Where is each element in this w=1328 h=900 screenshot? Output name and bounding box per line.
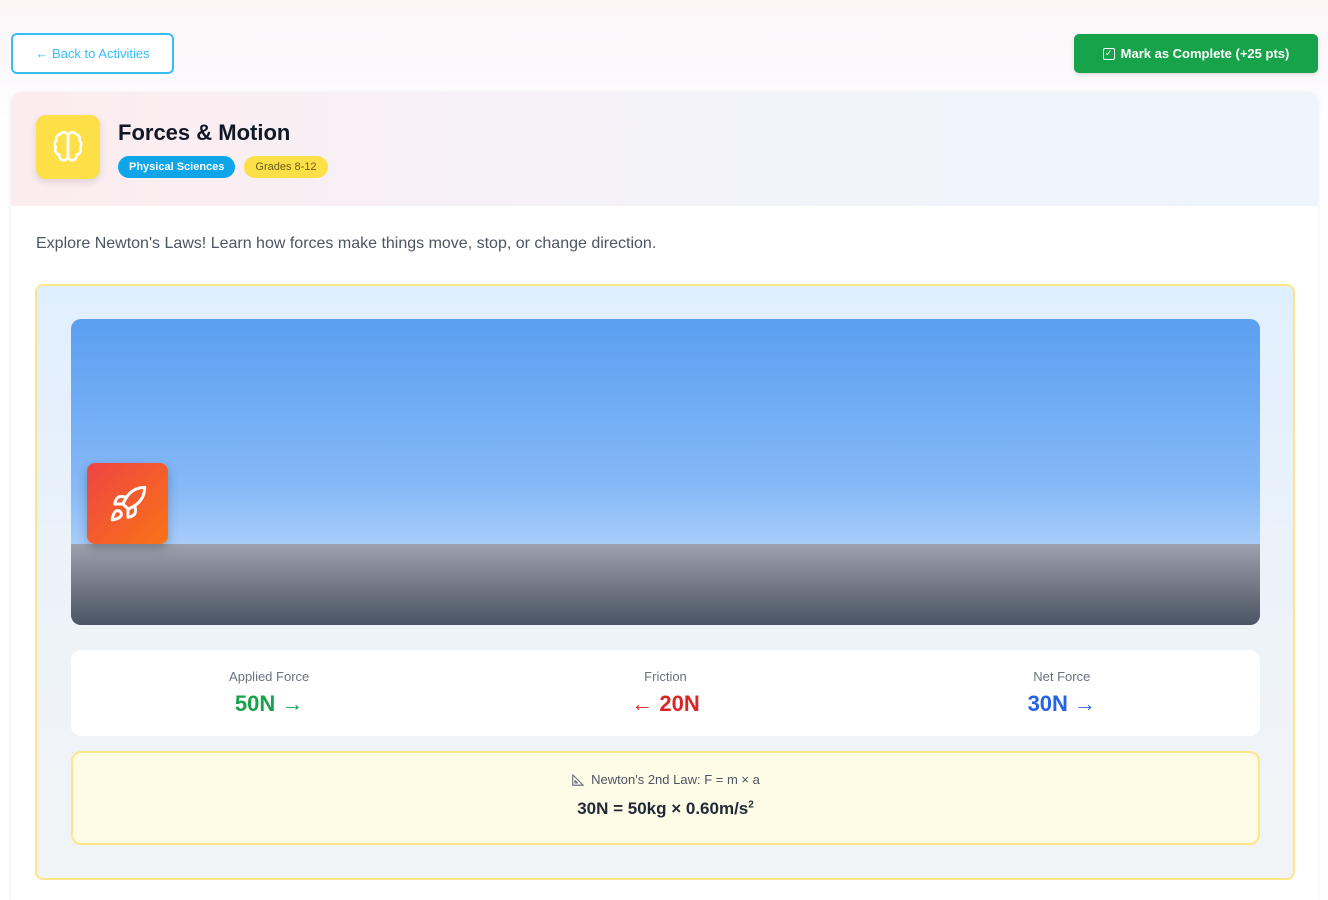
brain-icon <box>36 115 100 179</box>
rocket-object[interactable] <box>87 463 168 544</box>
net-force: Net Force 30N → <box>932 669 1192 717</box>
activity-title: Forces & Motion <box>118 120 291 145</box>
law-title: Newton's 2nd Law: F = m × a <box>73 772 1258 787</box>
activity-header: Forces & Motion Physical Sciences Grades… <box>11 92 1318 206</box>
ground-surface <box>71 544 1260 625</box>
friction-force: Friction ← 20N <box>535 669 795 717</box>
applied-force-value: 50N → <box>234 691 304 716</box>
forces-readout: Applied Force 50N → Friction ← 20N Net F… <box>71 650 1260 736</box>
rocket-icon <box>110 485 146 521</box>
grade-tag: Grades 8-12 <box>244 156 328 178</box>
activity-description: Explore Newton's Laws! Learn how forces … <box>36 235 657 252</box>
simulation-scene <box>71 319 1260 625</box>
newton-law-box: Newton's 2nd Law: F = m × a 30N = 50kg ×… <box>71 751 1260 845</box>
law-title-text: Newton's 2nd Law: F = m × a <box>591 772 760 787</box>
applied-force-label: Applied Force <box>229 669 310 684</box>
activity-card: Forces & Motion Physical Sciences Grades… <box>11 92 1318 900</box>
activity-page: ← Back to Activities ✓ Mark as Complete … <box>0 0 1328 900</box>
applied-force: Applied Force 50N → <box>139 669 399 717</box>
friction-label: Friction <box>644 669 687 684</box>
simulation-panel: Applied Force 50N → Friction ← 20N Net F… <box>35 284 1295 880</box>
mark-complete-label: Mark as Complete (+25 pts) <box>1120 46 1290 61</box>
activity-tags: Physical Sciences Grades 8-12 <box>118 156 328 178</box>
law-equation-text: 30N = 50kg × 0.60m/s <box>577 799 749 818</box>
net-force-value: 30N → <box>1027 691 1097 716</box>
law-equation-exponent: 2 <box>748 799 754 811</box>
friction-value: ← 20N <box>631 691 700 716</box>
triangle-ruler-icon <box>572 773 584 786</box>
mark-complete-button[interactable]: ✓ Mark as Complete (+25 pts) <box>1074 34 1318 73</box>
back-to-activities-button[interactable]: ← Back to Activities <box>11 33 174 74</box>
law-equation: 30N = 50kg × 0.60m/s2 <box>73 799 1258 819</box>
checkbox-icon: ✓ <box>1102 47 1115 60</box>
net-force-label: Net Force <box>1033 669 1091 684</box>
subject-tag: Physical Sciences <box>118 156 236 178</box>
